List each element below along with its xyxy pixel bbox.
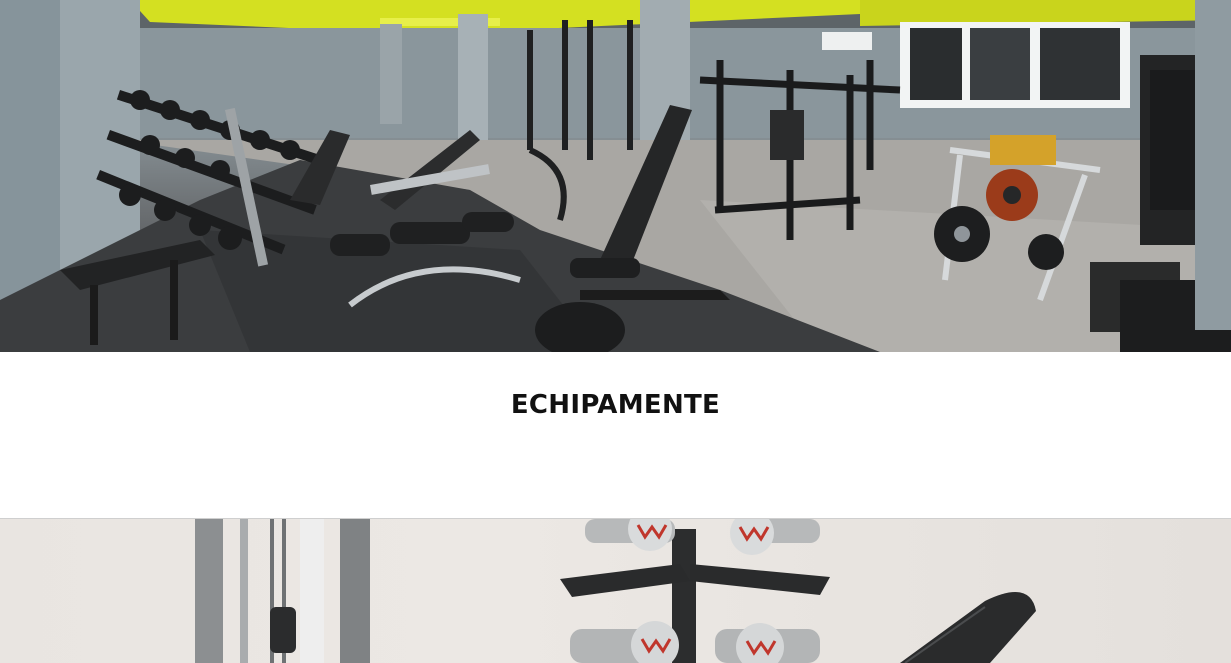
section-header: ECHIPAMENTE — [0, 352, 1231, 519]
dumbbell-rack-photo — [0, 519, 1231, 663]
gym-floor-illustration — [0, 0, 1231, 352]
equipment-illustration — [195, 519, 1036, 663]
section-title: ECHIPAMENTE — [510, 390, 721, 420]
hero-gym-photo — [0, 0, 1231, 352]
